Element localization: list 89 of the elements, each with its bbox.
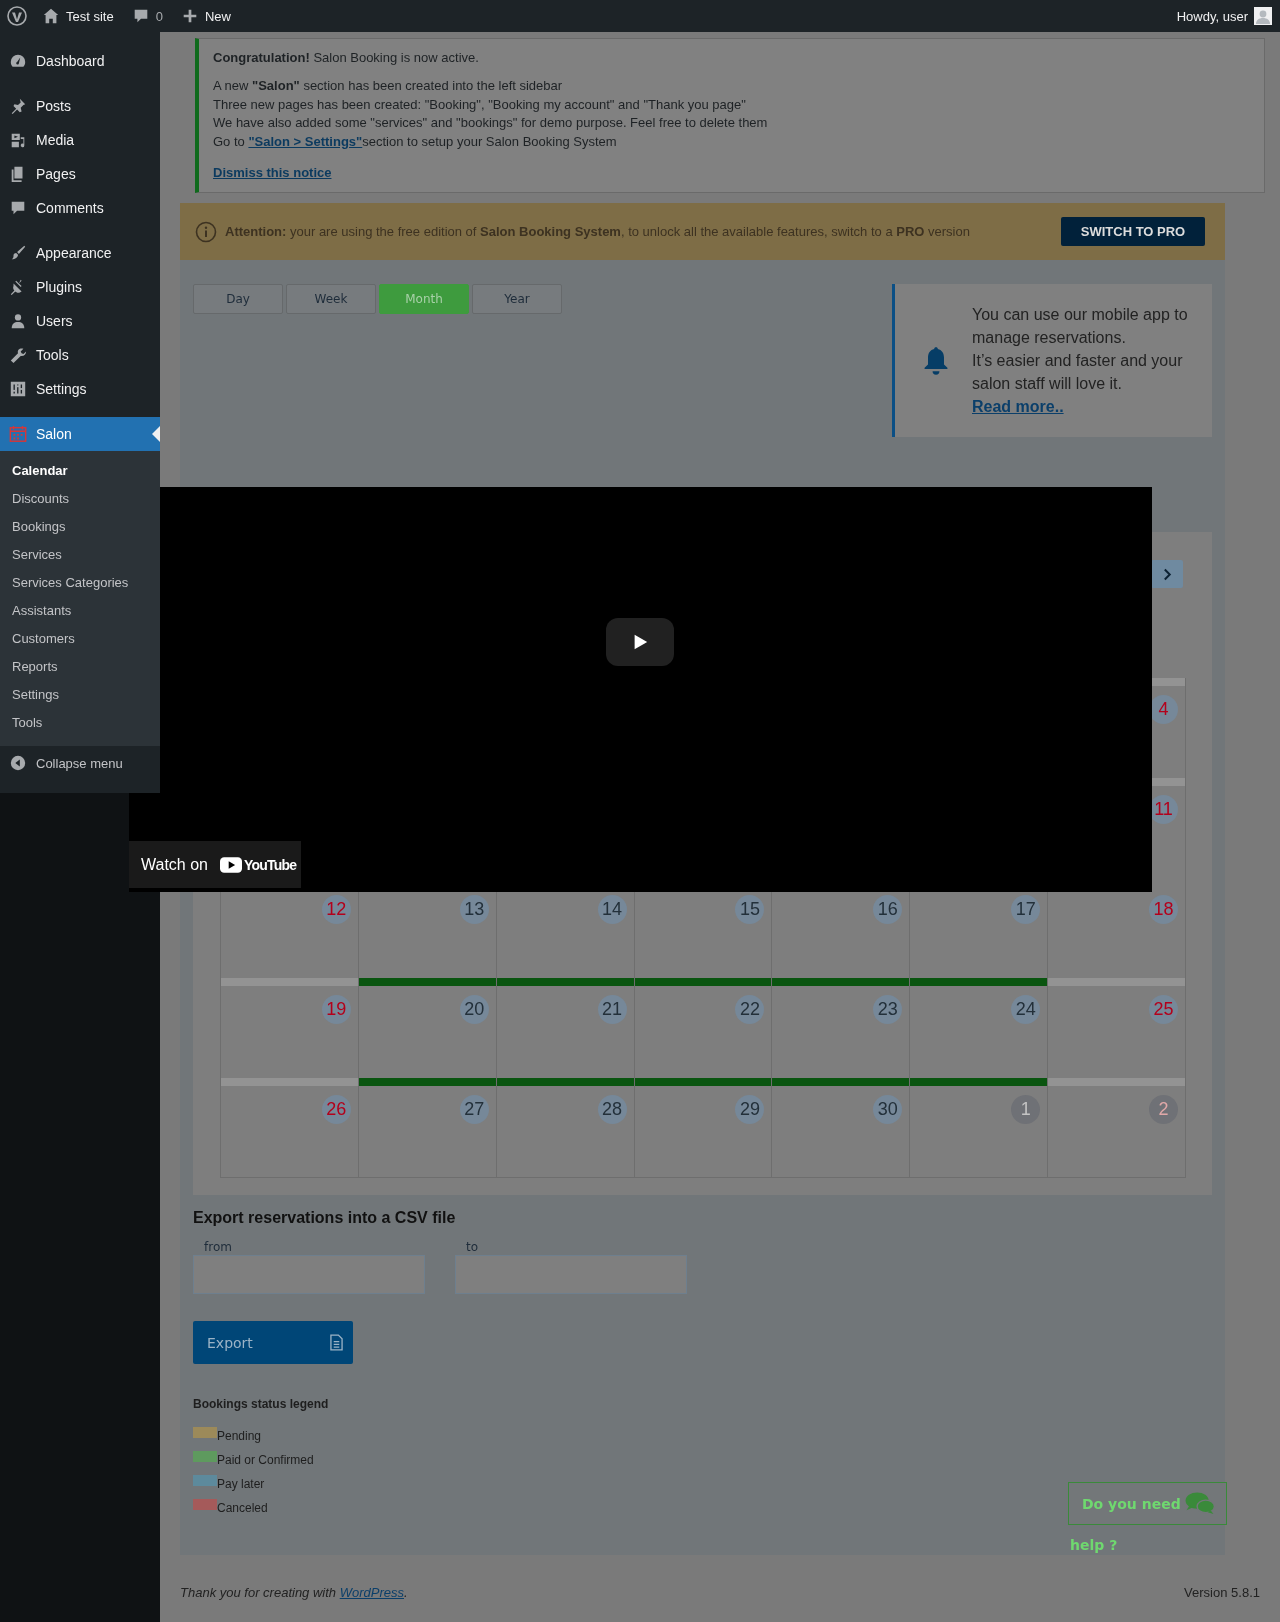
chevron-icon (1162, 567, 1172, 581)
brush-icon (9, 244, 27, 262)
comments-link[interactable]: 0 (131, 0, 163, 32)
play-button[interactable] (606, 618, 674, 666)
new-link[interactable]: New (180, 0, 231, 32)
day-number: 1 (1011, 1095, 1041, 1124)
submenu-item[interactable]: Customers (0, 625, 160, 653)
submenu-item[interactable]: Settings (0, 681, 160, 709)
day-number: 30 (873, 1095, 903, 1124)
wrench-icon (9, 346, 27, 364)
day-number: 15 (735, 895, 765, 924)
bell-icon (922, 344, 950, 377)
submenu-item[interactable]: Tools (0, 709, 160, 737)
avatar-icon (1254, 7, 1272, 25)
home-icon (42, 7, 60, 25)
menu-item[interactable]: Users (0, 304, 160, 338)
legend-label: Canceled (217, 1500, 268, 1516)
menu-item[interactable]: Media (0, 123, 160, 157)
day-number: 21 (597, 995, 627, 1024)
play-logo-icon (220, 856, 242, 873)
switch-to-pro-button[interactable]: SWITCH TO PRO (1061, 217, 1205, 246)
day-number: 12 (321, 895, 351, 924)
day-number: 27 (459, 1095, 489, 1124)
menu-item[interactable]: Pages (0, 157, 160, 191)
day-number: 29 (735, 1095, 765, 1124)
submenu-item[interactable]: Services Categories (0, 569, 160, 597)
submenu-item[interactable]: Bookings (0, 513, 160, 541)
chat-bubbles-icon (1184, 1491, 1216, 1516)
day-number: 2 (1149, 1095, 1178, 1124)
export-title: Export reservations into a CSV file (193, 1208, 457, 1228)
legend-label: Pending (217, 1428, 262, 1444)
day-number: 17 (1011, 895, 1041, 924)
pushpin-icon (9, 97, 27, 115)
day-number: 23 (873, 995, 903, 1024)
day-number: 19 (321, 995, 351, 1024)
legend-label: Pay later (217, 1476, 265, 1492)
gauge-icon (9, 52, 27, 70)
submenu-item[interactable]: Assistants (0, 597, 160, 625)
notice-text: Three new pages has been created: "Booking", "Booking my account" and "Thank you page" (213, 95, 747, 114)
attention-text: Attention: your are using the free edition of Salon Booking System, to unlock all the available features, switch to a PRO version (225, 224, 971, 239)
watch-on-youtube-link[interactable]: Watch on YouTube (129, 841, 301, 888)
collapse-menu-button[interactable]: Collapse menu (0, 746, 160, 780)
sliders-icon (9, 380, 27, 398)
person-icon (9, 312, 27, 330)
site-link[interactable]: Test site (42, 0, 114, 32)
field-label: to (465, 1239, 480, 1255)
menu-item[interactable]: Comments (0, 191, 160, 225)
notice-text: We have also added some "services" and "bookings" for demo purpose. Feel free to delete them (213, 114, 769, 132)
next-button[interactable] (1151, 560, 1183, 588)
logo-icon[interactable] (7, 6, 27, 26)
media-icon (9, 131, 27, 149)
legend-label: Paid or Confirmed (217, 1452, 314, 1468)
version-text: Version 5.8.1 (1184, 1585, 1260, 1600)
export-button[interactable]: Export (193, 1321, 353, 1364)
notice-text: A new "Salon" section has been created into the left sidebar (213, 77, 564, 95)
menu-item[interactable]: Posts (0, 89, 160, 123)
day-number: 14 (597, 895, 627, 924)
day-number: 18 (1149, 895, 1178, 924)
day-number: 24 (1011, 995, 1041, 1024)
account-link[interactable]: Howdy, user (1176, 0, 1272, 32)
field-label: from (203, 1239, 233, 1255)
submenu-item[interactable]: Reports (0, 653, 160, 681)
submenu-item[interactable]: Discounts (0, 485, 160, 513)
document-icon (330, 1334, 343, 1351)
menu-item[interactable]: Plugins (0, 270, 160, 304)
menu-item[interactable]: Appearance (0, 236, 160, 270)
day-number: 25 (1149, 995, 1178, 1024)
day-number: 26 (321, 1095, 351, 1124)
day-number: 20 (459, 995, 489, 1024)
menu-item[interactable]: Salon (0, 417, 160, 451)
help-text: help ? (1070, 1537, 1118, 1553)
promo-text: You can use our mobile app to manage reservations. It’s easier and faster and your salon staff will love it. (972, 305, 1189, 394)
menu-item[interactable]: Tools (0, 338, 160, 372)
footer-text: Thank you for creating with WordPress. (180, 1585, 408, 1600)
menu-item[interactable]: Settings (0, 372, 160, 406)
info-icon (195, 220, 217, 243)
day-number: 28 (597, 1095, 627, 1124)
pointer-icon (152, 426, 160, 442)
notice-text: Go to "Salon > Settings"section to setup your Salon Booking System (213, 132, 618, 151)
day-number: 22 (735, 995, 765, 1024)
collapse-icon (9, 754, 27, 772)
calendar-icon (9, 425, 27, 443)
notice-title: Congratulation! Salon Booking is now active. (213, 49, 480, 67)
submenu-item[interactable]: Services (0, 541, 160, 569)
submenu-item[interactable]: Calendar (0, 457, 160, 485)
legend-title: Bookings status legend (193, 1397, 330, 1412)
day-number: 13 (459, 895, 489, 924)
day-number: 16 (873, 895, 903, 924)
menu-item[interactable]: Dashboard (0, 44, 160, 78)
